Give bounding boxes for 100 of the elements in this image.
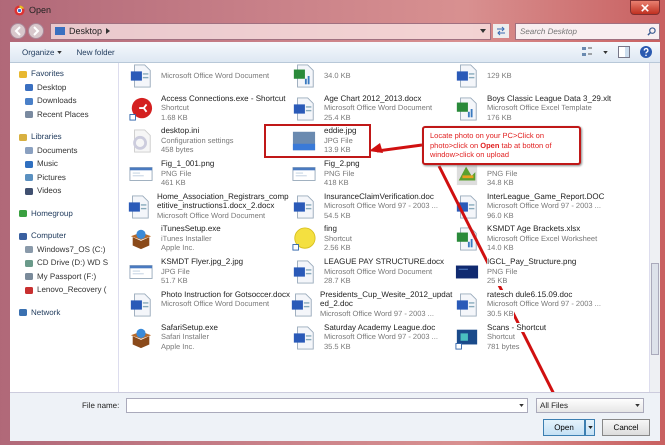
file-name[interactable]: InsuranceClaimVerification.doc <box>324 192 434 202</box>
sidebar-item[interactable]: Videos <box>18 184 118 198</box>
caret-icon <box>57 50 62 54</box>
location-icon <box>24 96 34 106</box>
document-icon <box>292 326 316 350</box>
sidebar-item[interactable]: Recent Places <box>18 108 118 121</box>
file-name[interactable]: Age Chart 2012_2013.docx <box>324 94 422 104</box>
address-bar[interactable]: Desktop <box>50 22 491 40</box>
location-icon <box>18 132 28 142</box>
file-name[interactable]: Saturday Academy League.doc <box>324 322 436 332</box>
scrollbar[interactable] <box>649 63 660 392</box>
file-name[interactable]: Photo Instruction for Gotsoccer.docx <box>161 290 290 300</box>
location-icon <box>24 158 34 169</box>
search-icon <box>647 26 656 36</box>
document-icon <box>455 194 479 219</box>
file-name[interactable]: ratesch dule6.15.09.doc <box>487 290 572 300</box>
location-icon <box>24 258 34 268</box>
file-name-label: File name: <box>82 401 120 410</box>
file-type-dropdown[interactable]: All Files <box>536 398 644 413</box>
close-button[interactable] <box>630 0 660 15</box>
location-icon <box>24 186 34 196</box>
sidebar-item[interactable]: Favorites <box>18 67 118 80</box>
file-name[interactable]: InterLeague_Game_Report.DOC <box>487 192 604 202</box>
back-icon[interactable] <box>10 23 26 39</box>
caret-icon <box>635 404 640 407</box>
file-name[interactable]: KSMDT Flyer.jpg_2.jpg <box>161 257 244 267</box>
location-icon <box>24 145 34 156</box>
document-icon <box>292 96 316 121</box>
forward-icon[interactable] <box>28 23 44 39</box>
sidebar-item[interactable]: Libraries <box>18 130 118 144</box>
document-icon <box>127 194 151 219</box>
file-name[interactable]: iTunesSetup.exe <box>161 224 221 234</box>
location-icon <box>24 82 34 92</box>
location-icon <box>24 284 34 295</box>
spreadsheet-icon <box>455 96 479 121</box>
search-field[interactable]: Search Desktop <box>515 22 660 40</box>
file-name[interactable]: SafariSetup.exe <box>161 322 218 332</box>
scrollbar-thumb[interactable] <box>651 263 659 355</box>
location-icon <box>24 244 34 254</box>
document-icon <box>292 194 316 219</box>
chevron-icon <box>106 28 110 34</box>
browser-icon <box>14 4 25 16</box>
cancel-button[interactable]: Cancel <box>602 419 650 436</box>
installer-box-icon <box>129 227 153 252</box>
sidebar-item[interactable]: Computer <box>18 229 118 242</box>
ball-icon <box>292 227 316 252</box>
document-icon <box>290 292 314 317</box>
location-icon <box>18 230 28 241</box>
file-name[interactable]: desktop.ini <box>161 126 200 136</box>
desktop-icon <box>55 27 65 35</box>
arrow <box>369 143 422 153</box>
file-name[interactable]: Home_Association_Registrars_competitive_instructions1.docx_2.docx <box>157 192 290 211</box>
sidebar-item[interactable]: Pictures <box>18 170 118 184</box>
help-icon[interactable] <box>640 46 652 58</box>
document-icon <box>455 292 479 317</box>
sidebar-item[interactable]: Homegroup <box>18 206 118 220</box>
file-name[interactable]: Boys Classic League Data 3_29.xlt <box>487 94 612 104</box>
caret-icon <box>588 426 592 429</box>
sidebar-item[interactable]: Network <box>18 306 118 319</box>
file-name[interactable]: Fig_1_001.png <box>161 159 214 169</box>
breadcrumb[interactable]: Desktop <box>69 26 102 36</box>
location-icon <box>18 68 28 79</box>
sidebar-item[interactable]: Lenovo_Recovery ( <box>18 283 118 296</box>
sidebar-item[interactable]: CD Drive (D:) WD S <box>18 256 118 270</box>
location-icon <box>24 172 34 182</box>
sidebar-item[interactable]: Downloads <box>18 94 118 108</box>
file-name[interactable]: eddie.jpg <box>324 126 356 136</box>
shortcut-icon <box>129 96 153 121</box>
file-name[interactable]: Presidents_Cup_Wesite_2012_updated_2.doc <box>320 290 453 309</box>
toolbar-button[interactable]: New folder <box>74 46 117 58</box>
view-options-icon[interactable] <box>581 46 593 58</box>
location-icon <box>24 271 34 282</box>
preview-pane-icon[interactable] <box>618 46 630 58</box>
caret-icon[interactable] <box>519 404 524 407</box>
location-icon <box>24 109 34 120</box>
file-name-field[interactable] <box>126 398 528 413</box>
sidebar-item[interactable]: My Passport (F:) <box>18 270 118 283</box>
file-name[interactable]: LEAGUE PAY STRUCTURE.docx <box>324 257 444 267</box>
close-icon <box>641 4 649 12</box>
file-name[interactable]: IGCL_Pay_Structure.png <box>487 257 576 267</box>
sidebar-item[interactable]: Desktop <box>18 80 118 94</box>
toolbar-button[interactable]: Organize <box>20 46 64 58</box>
document-icon <box>129 292 153 317</box>
location-icon <box>18 307 28 318</box>
file-name[interactable]: fing <box>324 224 337 234</box>
open-button[interactable]: Open <box>543 419 585 436</box>
sidebar-item[interactable]: Documents <box>18 144 118 157</box>
window-title: Open <box>29 5 52 15</box>
caret-icon[interactable] <box>603 50 608 54</box>
file-name[interactable]: Access Connections.exe - Shortcut <box>161 94 286 104</box>
file-name[interactable]: Scans - Shortcut <box>487 322 546 332</box>
document-icon <box>292 260 316 284</box>
file-name[interactable]: KSMDT Age Brackets.xlsx <box>487 224 580 234</box>
sidebar-item[interactable]: Windows7_OS (C:) <box>18 242 118 256</box>
caret-icon[interactable] <box>480 29 486 33</box>
sidebar-item[interactable]: Music <box>18 157 118 170</box>
location-icon <box>18 208 28 218</box>
refresh-icon[interactable] <box>493 24 509 38</box>
open-options-button[interactable] <box>585 419 595 436</box>
file-name[interactable]: Fig_2.png <box>324 159 360 169</box>
